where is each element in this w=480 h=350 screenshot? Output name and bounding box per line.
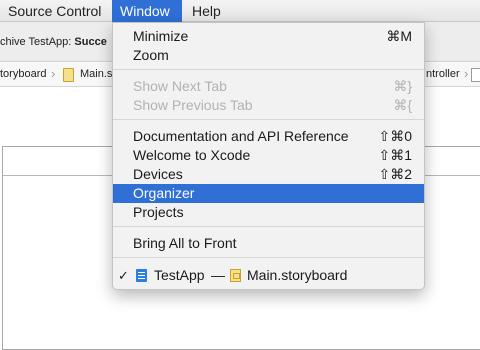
menu-item-devices[interactable]: Devices ⇧⌘2 [113,165,424,184]
shortcut-label: ⇧⌘0 [378,128,412,144]
menu-separator [113,69,424,70]
chevron-right-icon: › [464,66,469,81]
storyboard-file-icon [230,269,241,282]
menu-separator [113,257,424,258]
menu-item-minimize[interactable]: Minimize ⌘M [113,27,424,46]
menu-item-show-next-tab: Show Next Tab ⌘} [133,78,412,94]
shortcut-label: ⌘{ [393,97,412,113]
menu-window[interactable]: Window [112,0,182,22]
menu-item-bring-all-to-front[interactable]: Bring All to Front [113,234,424,253]
checkmark-icon: ✓ [118,268,129,283]
storyboard-file-icon [63,68,74,82]
document-icon [471,68,480,82]
menu-separator [113,119,424,120]
chevron-right-icon: › [51,66,56,81]
window-project-name: TestApp [154,267,205,283]
shortcut-label: ⌘M [386,28,412,44]
status-prefix: chive TestApp: [0,36,75,48]
menu-item-open-window-testapp[interactable]: ✓ TestApp — Main.storyboard [113,266,424,285]
window-file-name: Main.storyboard [247,267,348,283]
menu-separator [113,226,424,227]
window-title-dash: — [211,267,225,283]
build-status-text: chive TestApp: Succe [0,36,107,48]
status-result: Succe [74,36,107,48]
menu-item-welcome-to-xcode[interactable]: Welcome to Xcode ⇧⌘1 [113,146,424,165]
shortcut-label: ⌘} [393,78,412,94]
menu-source-control[interactable]: Source Control [0,0,109,22]
menu-item-zoom[interactable]: Zoom [113,46,424,65]
menu-help[interactable]: Help [184,0,229,22]
jumpbar-item-main[interactable]: Main.s [80,68,112,80]
shortcut-label: ⇧⌘2 [378,166,412,182]
jumpbar-item-storyboard[interactable]: toryboard [0,68,46,80]
menu-bar: Source Control Window Help [0,0,480,22]
shortcut-label: ⇧⌘1 [378,147,412,163]
xcode-project-icon [136,269,147,282]
jumpbar-item-controller[interactable]: ntroller [426,68,460,80]
menu-item-organizer[interactable]: Organizer [113,184,424,203]
window-menu-dropdown: Minimize ⌘M Zoom Show Next Tab ⌘} Show P… [112,22,425,290]
menu-item-show-previous-tab: Show Previous Tab ⌘{ [133,97,412,113]
menu-item-projects[interactable]: Projects [113,203,424,222]
menu-item-documentation[interactable]: Documentation and API Reference ⇧⌘0 [113,127,424,146]
